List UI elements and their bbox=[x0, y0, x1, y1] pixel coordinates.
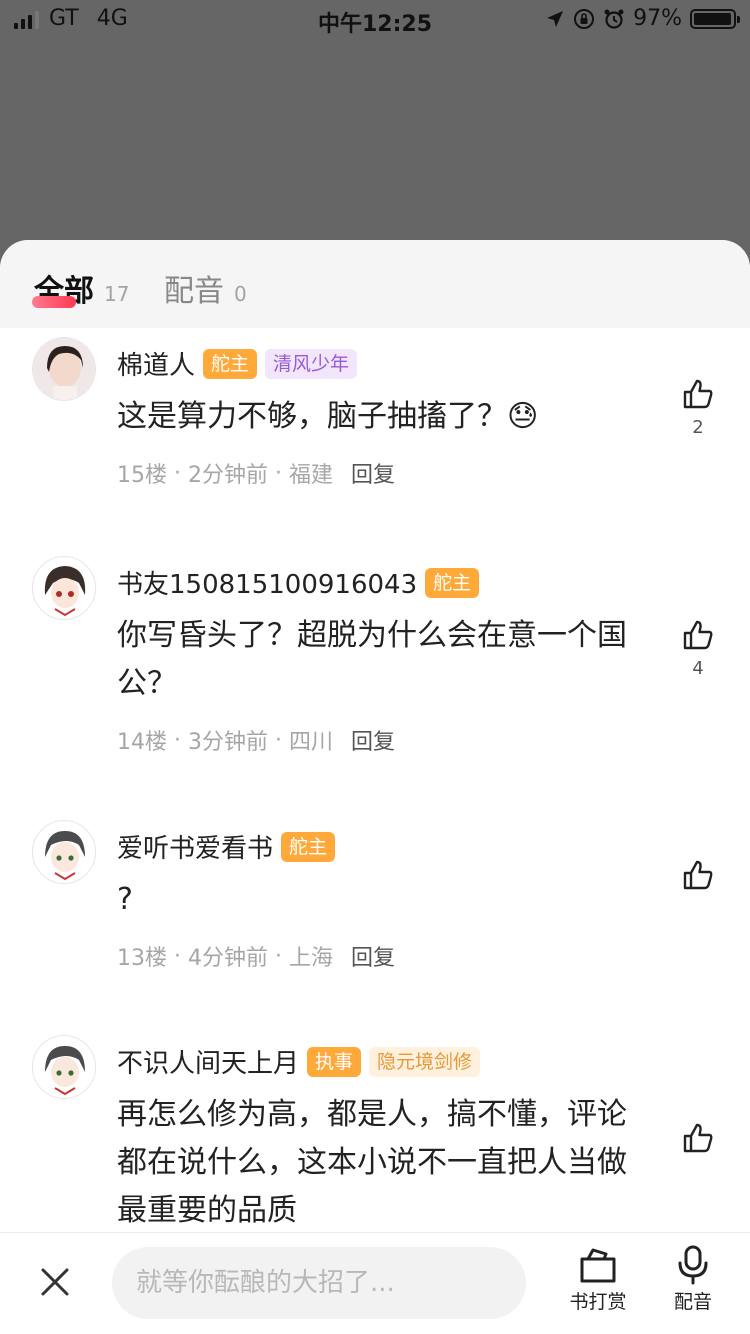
comment-sheet: 全部 17 配音 0 棉道人 舵主 清风少年 这是算力不够，脑子抽搐了？😓 15… bbox=[0, 240, 750, 1334]
role-badge: 舵主 bbox=[425, 567, 480, 598]
comment-text: 这是算力不够，脑子抽搐了？😓 bbox=[117, 399, 539, 434]
meta-separator: · bbox=[167, 460, 188, 486]
username-row: 书友150815100916043 舵主 bbox=[117, 564, 480, 601]
close-button[interactable] bbox=[38, 1265, 72, 1303]
like-button[interactable] bbox=[680, 858, 716, 892]
location: 上海 bbox=[288, 946, 333, 971]
floor-number: 14楼 bbox=[117, 730, 167, 755]
reply-button[interactable]: 回复 bbox=[351, 940, 395, 972]
reply-button[interactable]: 回复 bbox=[351, 724, 395, 756]
avatar[interactable] bbox=[32, 337, 96, 401]
thumbs-up-icon bbox=[683, 379, 713, 409]
tab-dubbing-label: 配音 bbox=[164, 274, 224, 309]
role-badge: 舵主 bbox=[281, 831, 336, 862]
like-button[interactable]: 2 bbox=[680, 377, 716, 438]
alarm-icon bbox=[604, 9, 624, 29]
gift-box-icon bbox=[580, 1248, 616, 1283]
comment-meta: 15楼 · 2分钟前 · 福建 回复 bbox=[117, 457, 395, 489]
comment-meta: 14楼 · 3分钟前 · 四川 回复 bbox=[117, 724, 395, 756]
username[interactable]: 棉道人 bbox=[117, 345, 195, 382]
active-tab-indicator bbox=[32, 296, 76, 308]
location-arrow-icon bbox=[547, 10, 564, 27]
comment-input-bar: 书打赏 配音 bbox=[0, 1232, 750, 1334]
avatar[interactable] bbox=[32, 556, 96, 620]
tab-all-count: 17 bbox=[104, 282, 130, 306]
thumbs-up-icon bbox=[683, 860, 713, 890]
tab-dubbing-count: 0 bbox=[234, 282, 247, 306]
meta-separator: · bbox=[167, 943, 188, 969]
meta-separator: · bbox=[267, 460, 289, 486]
comment-text: 你写昏头了？超脱为什么会在意一个国公？ bbox=[117, 618, 627, 701]
tab-dubbing[interactable]: 配音 0 bbox=[164, 266, 247, 310]
comment-text: ? bbox=[117, 882, 133, 917]
dub-label: 配音 bbox=[673, 1291, 712, 1313]
meta-separator: · bbox=[267, 943, 289, 969]
microphone-icon bbox=[678, 1245, 708, 1285]
rotation-lock-icon bbox=[574, 8, 595, 29]
thumbs-up-icon bbox=[683, 620, 713, 650]
post-time: 2分钟前 bbox=[187, 463, 268, 488]
like-button[interactable] bbox=[680, 1121, 716, 1155]
status-bar: GT 4G 中午12:25 97% bbox=[0, 0, 750, 40]
post-time: 4分钟前 bbox=[187, 946, 268, 971]
book-tip-button[interactable]: 书打赏 bbox=[563, 1245, 633, 1314]
meta-separator: · bbox=[267, 727, 289, 753]
meta-separator: · bbox=[167, 727, 188, 753]
status-right: 97% bbox=[545, 6, 740, 31]
username[interactable]: 不识人间天上月 bbox=[117, 1043, 299, 1080]
location: 四川 bbox=[288, 730, 333, 755]
battery-percent: 97% bbox=[633, 6, 682, 31]
title-badge: 隐元境剑修 bbox=[369, 1046, 481, 1077]
username[interactable]: 书友150815100916043 bbox=[117, 564, 417, 601]
avatar[interactable] bbox=[32, 1035, 96, 1099]
reply-button[interactable]: 回复 bbox=[351, 457, 395, 489]
tab-bar: 全部 17 配音 0 bbox=[0, 240, 750, 328]
comment-meta: 13楼 · 4分钟前 · 上海 回复 bbox=[117, 940, 395, 972]
username-row: 棉道人 舵主 清风少年 bbox=[117, 345, 358, 382]
title-badge: 清风少年 bbox=[265, 348, 358, 379]
post-time: 3分钟前 bbox=[187, 730, 268, 755]
role-badge: 舵主 bbox=[203, 348, 258, 379]
avatar[interactable] bbox=[32, 820, 96, 884]
location: 福建 bbox=[288, 463, 333, 488]
comment-text: 再怎么修为高，都是人，搞不懂，评论都在说什么，这本小说不一直把人当做最重要的品质 bbox=[117, 1097, 627, 1228]
role-badge: 执事 bbox=[307, 1046, 362, 1077]
username[interactable]: 爱听书爱看书 bbox=[117, 828, 273, 865]
comment-input[interactable] bbox=[112, 1247, 526, 1319]
battery-icon bbox=[690, 8, 740, 29]
close-icon bbox=[41, 1268, 69, 1296]
book-tip-label: 书打赏 bbox=[569, 1291, 627, 1313]
like-count: 4 bbox=[692, 658, 704, 679]
like-count: 2 bbox=[692, 417, 704, 438]
floor-number: 13楼 bbox=[117, 946, 167, 971]
username-row: 爱听书爱看书 舵主 bbox=[117, 828, 336, 865]
floor-number: 15楼 bbox=[117, 463, 167, 488]
dub-button[interactable]: 配音 bbox=[658, 1245, 728, 1314]
like-button[interactable]: 4 bbox=[680, 618, 716, 679]
username-row: 不识人间天上月 执事 隐元境剑修 bbox=[117, 1043, 481, 1080]
thumbs-up-icon bbox=[683, 1123, 713, 1153]
